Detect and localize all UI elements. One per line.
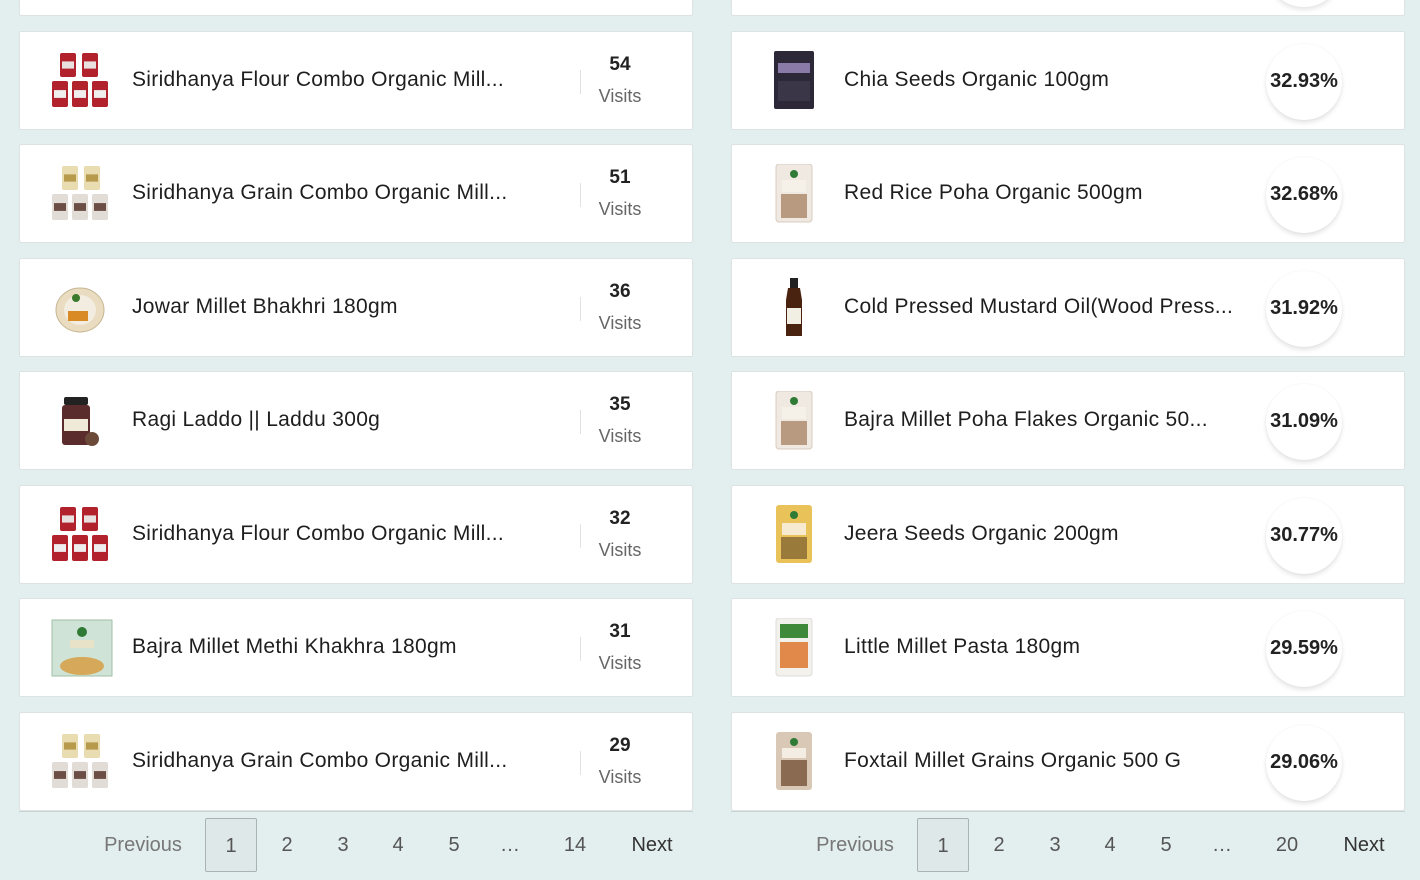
- product-card[interactable]: Siridhanya Flour Combo Organic Mill... 54…: [19, 31, 693, 130]
- product-thumbnail: [50, 164, 114, 224]
- product-card[interactable]: Jowar Millet Bhakhri 180gm 36 Visits: [19, 258, 693, 357]
- product-card-partial: [19, 0, 693, 16]
- next-page-button[interactable]: Next: [619, 818, 685, 872]
- next-page-button[interactable]: Next: [1331, 818, 1397, 872]
- product-thumbnail: [50, 732, 114, 792]
- product-card[interactable]: Cold Pressed Mustard Oil(Wood Press... 31…: [731, 258, 1405, 357]
- product-thumbnail: [762, 278, 826, 338]
- percent-value: 31.92%: [1270, 297, 1338, 319]
- page-button-1[interactable]: 1: [917, 818, 969, 872]
- visit-count: 31: [609, 621, 631, 642]
- product-card-partial: [731, 0, 1405, 16]
- page-button-4[interactable]: 4: [378, 818, 418, 872]
- product-thumbnail: [50, 505, 114, 565]
- page-button-5[interactable]: 5: [434, 818, 474, 872]
- product-thumbnail: [50, 51, 114, 111]
- percent-value: 29.06%: [1270, 751, 1338, 773]
- product-thumbnail: [50, 618, 114, 678]
- product-name: Little Millet Pasta 180gm: [844, 635, 1081, 658]
- percent-circle: 29.06%: [1266, 725, 1342, 801]
- product-card[interactable]: Foxtail Millet Grains Organic 500 G 29.06…: [731, 712, 1405, 811]
- visit-count: 29: [609, 735, 631, 756]
- pagination: Previous 1 2 3 4 5 … 14 Next: [19, 811, 693, 880]
- product-card[interactable]: Siridhanya Grain Combo Organic Mill... 51…: [19, 144, 693, 243]
- product-card[interactable]: Siridhanya Flour Combo Organic Mill... 32…: [19, 485, 693, 584]
- percent-circle: 30.77%: [1266, 498, 1342, 574]
- pagination-ellipsis: …: [1212, 834, 1232, 856]
- percent-circle: [1266, 0, 1342, 7]
- product-thumbnail: [762, 505, 826, 565]
- product-name: Siridhanya Flour Combo Organic Mill...: [132, 522, 505, 545]
- visit-count: 32: [609, 508, 631, 529]
- product-thumbnail: [762, 732, 826, 792]
- previous-page-button[interactable]: Previous: [93, 818, 193, 872]
- percent-value: 32.93%: [1270, 70, 1338, 92]
- visit-label: Visits: [598, 199, 642, 219]
- product-thumbnail: [762, 390, 826, 451]
- product-thumbnail: [762, 163, 826, 224]
- pagination-ellipsis: …: [500, 834, 520, 856]
- visit-label: Visits: [598, 767, 642, 787]
- product-card[interactable]: Bajra Millet Methi Khakhra 180gm 31 Visits: [19, 598, 693, 697]
- pagination: Previous 1 2 3 4 5 … 20 Next: [731, 811, 1405, 880]
- product-name: Ragi Laddo || Laddu 300g: [132, 408, 381, 431]
- visit-count: 54: [609, 54, 631, 75]
- page-button-3[interactable]: 3: [1035, 818, 1075, 872]
- product-card[interactable]: Red Rice Poha Organic 500gm 32.68%: [731, 144, 1405, 243]
- percent-circle: 32.93%: [1266, 44, 1342, 120]
- percent-circle: 32.68%: [1266, 157, 1342, 233]
- percent-circle: 31.09%: [1266, 384, 1342, 460]
- page-button-3[interactable]: 3: [323, 818, 363, 872]
- product-thumbnail: [50, 278, 114, 338]
- page-button-1[interactable]: 1: [205, 818, 257, 872]
- product-card[interactable]: Little Millet Pasta 180gm 29.59%: [731, 598, 1405, 697]
- product-name: Siridhanya Grain Combo Organic Mill...: [132, 181, 508, 204]
- visit-count: 36: [609, 281, 631, 302]
- product-name: Jeera Seeds Organic 200gm: [844, 522, 1119, 545]
- visit-label: Visits: [598, 426, 642, 446]
- percent-circle: 29.59%: [1266, 611, 1342, 687]
- product-name: Siridhanya Grain Combo Organic Mill...: [132, 749, 508, 772]
- product-name: Jowar Millet Bhakhri 180gm: [132, 295, 398, 318]
- page-button-5[interactable]: 5: [1146, 818, 1186, 872]
- percent-value: 29.59%: [1270, 637, 1338, 659]
- visit-count: 35: [609, 394, 631, 415]
- product-name: Siridhanya Flour Combo Organic Mill...: [132, 68, 505, 91]
- visit-count: 51: [609, 167, 631, 188]
- previous-page-button[interactable]: Previous: [805, 818, 905, 872]
- product-card[interactable]: Ragi Laddo || Laddu 300g 35 Visits: [19, 371, 693, 470]
- page-button-20[interactable]: 20: [1267, 818, 1307, 872]
- percent-value: 31.09%: [1270, 410, 1338, 432]
- product-thumbnail: [762, 617, 826, 678]
- page-button-2[interactable]: 2: [979, 818, 1019, 872]
- visit-label: Visits: [598, 313, 642, 333]
- product-card[interactable]: Jeera Seeds Organic 200gm 30.77%: [731, 485, 1405, 584]
- page-button-4[interactable]: 4: [1090, 818, 1130, 872]
- percent-circle: 31.92%: [1266, 271, 1342, 347]
- visit-label: Visits: [598, 540, 642, 560]
- product-name: Bajra Millet Methi Khakhra 180gm: [132, 635, 457, 658]
- product-name: Bajra Millet Poha Flakes Organic 50...: [844, 408, 1208, 431]
- product-name: Foxtail Millet Grains Organic 500 G: [844, 749, 1182, 772]
- page-button-14[interactable]: 14: [555, 818, 595, 872]
- page-button-2[interactable]: 2: [267, 818, 307, 872]
- product-card[interactable]: Siridhanya Grain Combo Organic Mill... 29…: [19, 712, 693, 811]
- percent-value: 30.77%: [1270, 524, 1338, 546]
- product-card[interactable]: Chia Seeds Organic 100gm 32.93%: [731, 31, 1405, 130]
- product-name: Red Rice Poha Organic 500gm: [844, 181, 1143, 204]
- percent-value: 32.68%: [1270, 183, 1338, 205]
- product-name: Chia Seeds Organic 100gm: [844, 68, 1110, 91]
- visit-label: Visits: [598, 86, 642, 106]
- product-thumbnail: [50, 391, 114, 451]
- product-name: Cold Pressed Mustard Oil(Wood Press...: [844, 295, 1234, 318]
- product-thumbnail: [762, 51, 826, 111]
- visit-label: Visits: [598, 653, 642, 673]
- product-card[interactable]: Bajra Millet Poha Flakes Organic 50... 31…: [731, 371, 1405, 470]
